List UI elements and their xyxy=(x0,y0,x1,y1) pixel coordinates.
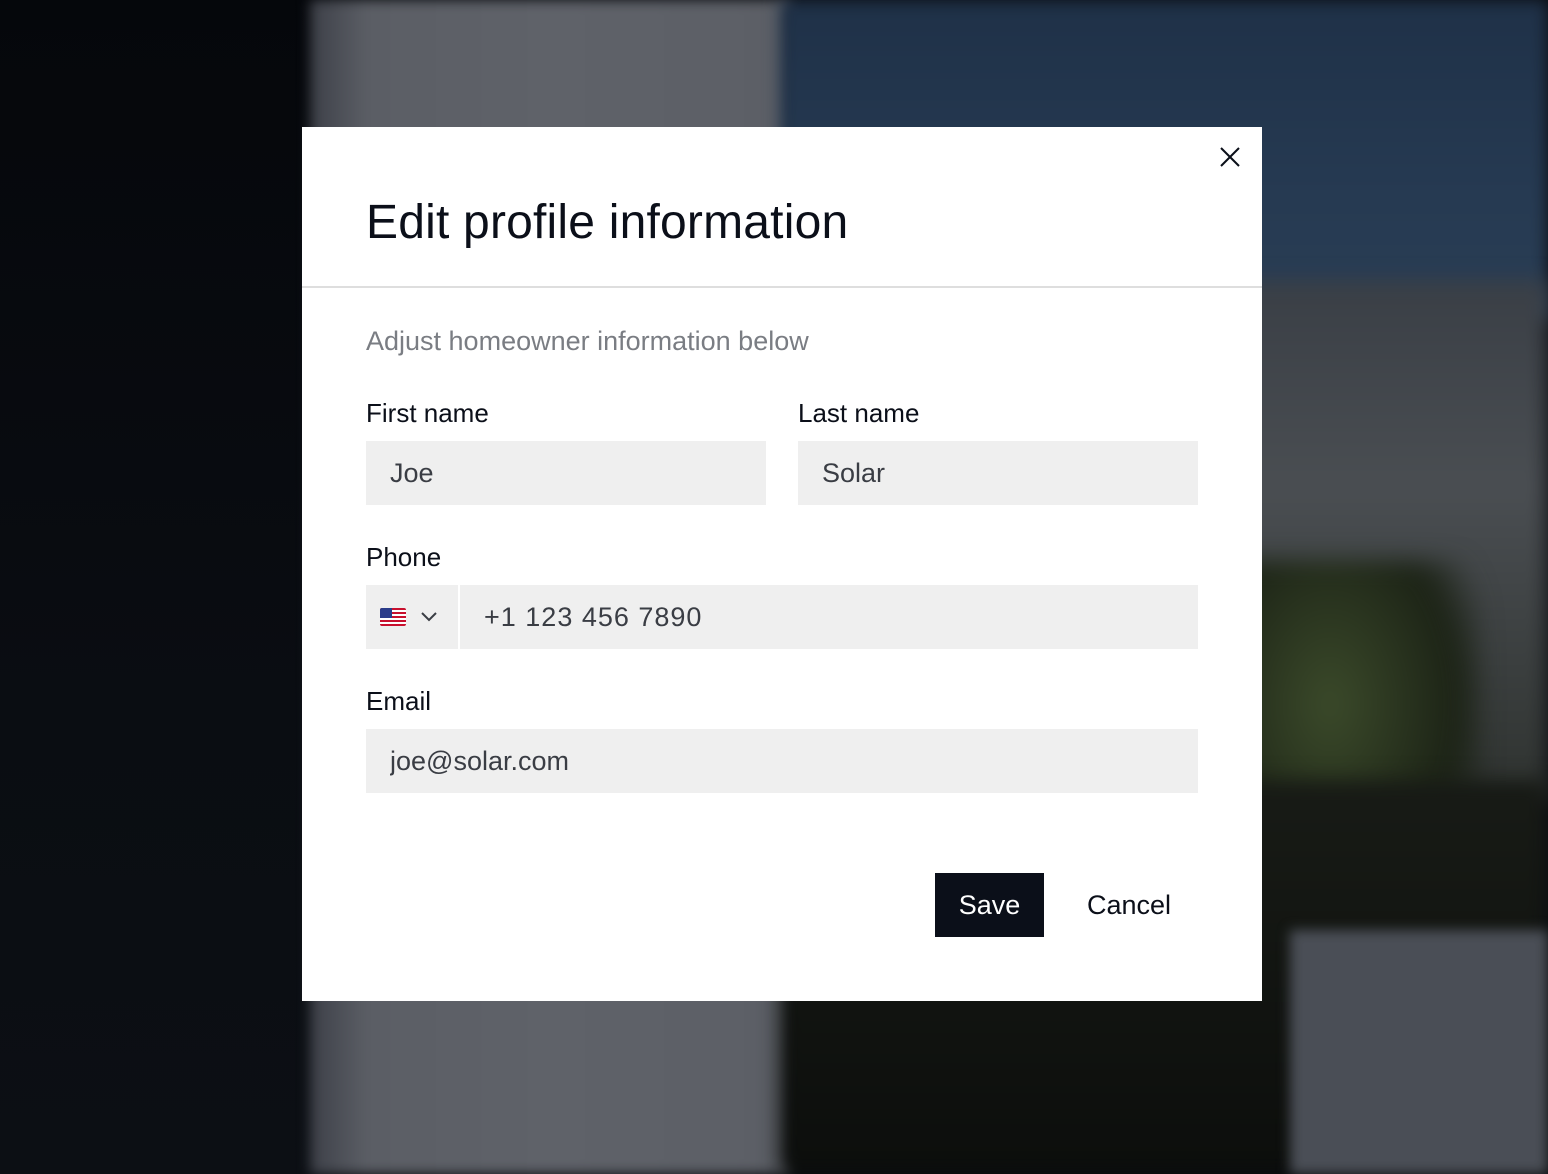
modal-header: Edit profile information xyxy=(302,127,1262,288)
us-flag-icon xyxy=(380,608,406,626)
phone-input[interactable] xyxy=(460,585,1198,649)
email-label: Email xyxy=(366,686,432,716)
last-name-label: Last name xyxy=(798,398,920,428)
chevron-down-icon xyxy=(420,611,438,623)
modal-title: Edit profile information xyxy=(366,196,849,249)
cancel-button[interactable]: Cancel xyxy=(1062,873,1196,937)
edit-profile-modal: Edit profile information Adjust homeowne… xyxy=(302,127,1262,1001)
save-button[interactable]: Save xyxy=(935,873,1044,937)
modal-subtitle: Adjust homeowner information below xyxy=(366,326,809,356)
email-input[interactable] xyxy=(366,729,1198,793)
first-name-label: First name xyxy=(366,398,489,428)
background-left-panel xyxy=(0,0,330,1174)
phone-label: Phone xyxy=(366,542,442,572)
close-icon xyxy=(1219,146,1241,173)
first-name-input[interactable] xyxy=(366,441,766,505)
background-card xyxy=(1290,930,1548,1174)
country-code-dropdown[interactable] xyxy=(366,585,458,649)
last-name-input[interactable] xyxy=(798,441,1198,505)
close-button[interactable] xyxy=(1214,143,1246,175)
